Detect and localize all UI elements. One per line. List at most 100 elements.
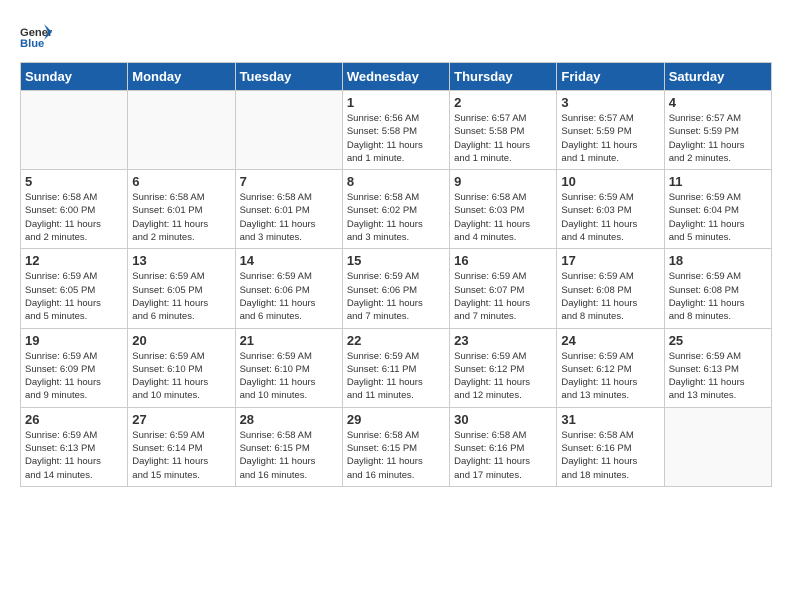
empty-cell bbox=[235, 91, 342, 170]
day-info: Sunrise: 6:59 AM Sunset: 6:12 PM Dayligh… bbox=[454, 350, 552, 403]
day-number: 7 bbox=[240, 174, 338, 189]
weekday-header-saturday: Saturday bbox=[664, 63, 771, 91]
day-number: 28 bbox=[240, 412, 338, 427]
weekday-header-friday: Friday bbox=[557, 63, 664, 91]
day-info: Sunrise: 6:58 AM Sunset: 6:01 PM Dayligh… bbox=[132, 191, 230, 244]
day-cell-13: 13 Sunrise: 6:59 AM Sunset: 6:05 PM Dayli… bbox=[128, 249, 235, 328]
day-info: Sunrise: 6:58 AM Sunset: 6:00 PM Dayligh… bbox=[25, 191, 123, 244]
day-info: Sunrise: 6:59 AM Sunset: 6:06 PM Dayligh… bbox=[347, 270, 445, 323]
day-info: Sunrise: 6:59 AM Sunset: 6:08 PM Dayligh… bbox=[561, 270, 659, 323]
empty-cell bbox=[664, 407, 771, 486]
day-cell-23: 23 Sunrise: 6:59 AM Sunset: 6:12 PM Dayli… bbox=[450, 328, 557, 407]
day-cell-30: 30 Sunrise: 6:58 AM Sunset: 6:16 PM Dayli… bbox=[450, 407, 557, 486]
day-info: Sunrise: 6:56 AM Sunset: 5:58 PM Dayligh… bbox=[347, 112, 445, 165]
day-cell-24: 24Sunrise: 6:59 AM Sunset: 6:12 PM Dayli… bbox=[557, 328, 664, 407]
day-number: 10 bbox=[561, 174, 659, 189]
day-number: 23 bbox=[454, 333, 552, 348]
day-number: 20 bbox=[132, 333, 230, 348]
day-number: 24 bbox=[561, 333, 659, 348]
weekday-header-sunday: Sunday bbox=[21, 63, 128, 91]
day-number: 30 bbox=[454, 412, 552, 427]
day-number: 26 bbox=[25, 412, 123, 427]
day-number: 5 bbox=[25, 174, 123, 189]
day-cell-28: 28Sunrise: 6:58 AM Sunset: 6:15 PM Dayli… bbox=[235, 407, 342, 486]
weekday-header-wednesday: Wednesday bbox=[342, 63, 449, 91]
day-cell-4: 4Sunrise: 6:57 AM Sunset: 5:59 PM Daylig… bbox=[664, 91, 771, 170]
day-cell-11: 11Sunrise: 6:59 AM Sunset: 6:04 PM Dayli… bbox=[664, 170, 771, 249]
day-cell-27: 27 Sunrise: 6:59 AM Sunset: 6:14 PM Dayli… bbox=[128, 407, 235, 486]
day-number: 31 bbox=[561, 412, 659, 427]
day-cell-26: 26 Sunrise: 6:59 AM Sunset: 6:13 PM Dayli… bbox=[21, 407, 128, 486]
day-number: 4 bbox=[669, 95, 767, 110]
day-info: Sunrise: 6:59 AM Sunset: 6:14 PM Dayligh… bbox=[132, 429, 230, 482]
day-cell-15: 15 Sunrise: 6:59 AM Sunset: 6:06 PM Dayli… bbox=[342, 249, 449, 328]
day-info: Sunrise: 6:57 AM Sunset: 5:58 PM Dayligh… bbox=[454, 112, 552, 165]
day-info: Sunrise: 6:59 AM Sunset: 6:11 PM Dayligh… bbox=[347, 350, 445, 403]
day-info: Sunrise: 6:57 AM Sunset: 5:59 PM Dayligh… bbox=[561, 112, 659, 165]
day-cell-21: 21Sunrise: 6:59 AM Sunset: 6:10 PM Dayli… bbox=[235, 328, 342, 407]
logo-icon: General Blue bbox=[20, 20, 52, 52]
day-number: 27 bbox=[132, 412, 230, 427]
day-number: 6 bbox=[132, 174, 230, 189]
day-number: 11 bbox=[669, 174, 767, 189]
day-cell-25: 25 Sunrise: 6:59 AM Sunset: 6:13 PM Dayli… bbox=[664, 328, 771, 407]
day-info: Sunrise: 6:59 AM Sunset: 6:08 PM Dayligh… bbox=[669, 270, 767, 323]
day-info: Sunrise: 6:59 AM Sunset: 6:10 PM Dayligh… bbox=[132, 350, 230, 403]
day-cell-18: 18 Sunrise: 6:59 AM Sunset: 6:08 PM Dayli… bbox=[664, 249, 771, 328]
day-info: Sunrise: 6:58 AM Sunset: 6:03 PM Dayligh… bbox=[454, 191, 552, 244]
day-number: 22 bbox=[347, 333, 445, 348]
day-cell-20: 20 Sunrise: 6:59 AM Sunset: 6:10 PM Dayli… bbox=[128, 328, 235, 407]
day-cell-16: 16 Sunrise: 6:59 AM Sunset: 6:07 PM Dayli… bbox=[450, 249, 557, 328]
day-cell-31: 31 Sunrise: 6:58 AM Sunset: 6:16 PM Dayli… bbox=[557, 407, 664, 486]
calendar-table: SundayMondayTuesdayWednesdayThursdayFrid… bbox=[20, 62, 772, 487]
week-row-1: 1 Sunrise: 6:56 AM Sunset: 5:58 PM Daylig… bbox=[21, 91, 772, 170]
day-number: 13 bbox=[132, 253, 230, 268]
svg-text:Blue: Blue bbox=[20, 38, 44, 50]
day-number: 1 bbox=[347, 95, 445, 110]
day-info: Sunrise: 6:58 AM Sunset: 6:16 PM Dayligh… bbox=[454, 429, 552, 482]
day-info: Sunrise: 6:59 AM Sunset: 6:13 PM Dayligh… bbox=[25, 429, 123, 482]
day-cell-29: 29 Sunrise: 6:58 AM Sunset: 6:15 PM Dayli… bbox=[342, 407, 449, 486]
week-row-5: 26 Sunrise: 6:59 AM Sunset: 6:13 PM Dayli… bbox=[21, 407, 772, 486]
day-info: Sunrise: 6:59 AM Sunset: 6:10 PM Dayligh… bbox=[240, 350, 338, 403]
day-info: Sunrise: 6:59 AM Sunset: 6:07 PM Dayligh… bbox=[454, 270, 552, 323]
day-info: Sunrise: 6:58 AM Sunset: 6:15 PM Dayligh… bbox=[347, 429, 445, 482]
day-number: 14 bbox=[240, 253, 338, 268]
week-row-4: 19Sunrise: 6:59 AM Sunset: 6:09 PM Dayli… bbox=[21, 328, 772, 407]
logo: General Blue bbox=[20, 20, 52, 52]
day-cell-7: 7 Sunrise: 6:58 AM Sunset: 6:01 PM Daylig… bbox=[235, 170, 342, 249]
day-cell-3: 3Sunrise: 6:57 AM Sunset: 5:59 PM Daylig… bbox=[557, 91, 664, 170]
weekday-header-row: SundayMondayTuesdayWednesdayThursdayFrid… bbox=[21, 63, 772, 91]
day-number: 8 bbox=[347, 174, 445, 189]
day-cell-6: 6 Sunrise: 6:58 AM Sunset: 6:01 PM Daylig… bbox=[128, 170, 235, 249]
day-number: 18 bbox=[669, 253, 767, 268]
day-number: 15 bbox=[347, 253, 445, 268]
day-cell-9: 9Sunrise: 6:58 AM Sunset: 6:03 PM Daylig… bbox=[450, 170, 557, 249]
day-info: Sunrise: 6:59 AM Sunset: 6:05 PM Dayligh… bbox=[25, 270, 123, 323]
empty-cell bbox=[128, 91, 235, 170]
day-info: Sunrise: 6:59 AM Sunset: 6:03 PM Dayligh… bbox=[561, 191, 659, 244]
day-cell-5: 5 Sunrise: 6:58 AM Sunset: 6:00 PM Daylig… bbox=[21, 170, 128, 249]
day-cell-17: 17Sunrise: 6:59 AM Sunset: 6:08 PM Dayli… bbox=[557, 249, 664, 328]
day-cell-22: 22 Sunrise: 6:59 AM Sunset: 6:11 PM Dayli… bbox=[342, 328, 449, 407]
weekday-header-thursday: Thursday bbox=[450, 63, 557, 91]
day-cell-19: 19Sunrise: 6:59 AM Sunset: 6:09 PM Dayli… bbox=[21, 328, 128, 407]
day-cell-8: 8Sunrise: 6:58 AM Sunset: 6:02 PM Daylig… bbox=[342, 170, 449, 249]
day-info: Sunrise: 6:58 AM Sunset: 6:01 PM Dayligh… bbox=[240, 191, 338, 244]
day-number: 29 bbox=[347, 412, 445, 427]
week-row-3: 12 Sunrise: 6:59 AM Sunset: 6:05 PM Dayli… bbox=[21, 249, 772, 328]
day-number: 16 bbox=[454, 253, 552, 268]
day-info: Sunrise: 6:59 AM Sunset: 6:13 PM Dayligh… bbox=[669, 350, 767, 403]
day-cell-12: 12 Sunrise: 6:59 AM Sunset: 6:05 PM Dayli… bbox=[21, 249, 128, 328]
weekday-header-monday: Monday bbox=[128, 63, 235, 91]
day-number: 25 bbox=[669, 333, 767, 348]
page-header: General Blue bbox=[20, 20, 772, 52]
weekday-header-tuesday: Tuesday bbox=[235, 63, 342, 91]
day-info: Sunrise: 6:59 AM Sunset: 6:05 PM Dayligh… bbox=[132, 270, 230, 323]
empty-cell bbox=[21, 91, 128, 170]
day-number: 12 bbox=[25, 253, 123, 268]
day-number: 2 bbox=[454, 95, 552, 110]
day-info: Sunrise: 6:58 AM Sunset: 6:16 PM Dayligh… bbox=[561, 429, 659, 482]
day-info: Sunrise: 6:59 AM Sunset: 6:06 PM Dayligh… bbox=[240, 270, 338, 323]
day-cell-10: 10 Sunrise: 6:59 AM Sunset: 6:03 PM Dayli… bbox=[557, 170, 664, 249]
